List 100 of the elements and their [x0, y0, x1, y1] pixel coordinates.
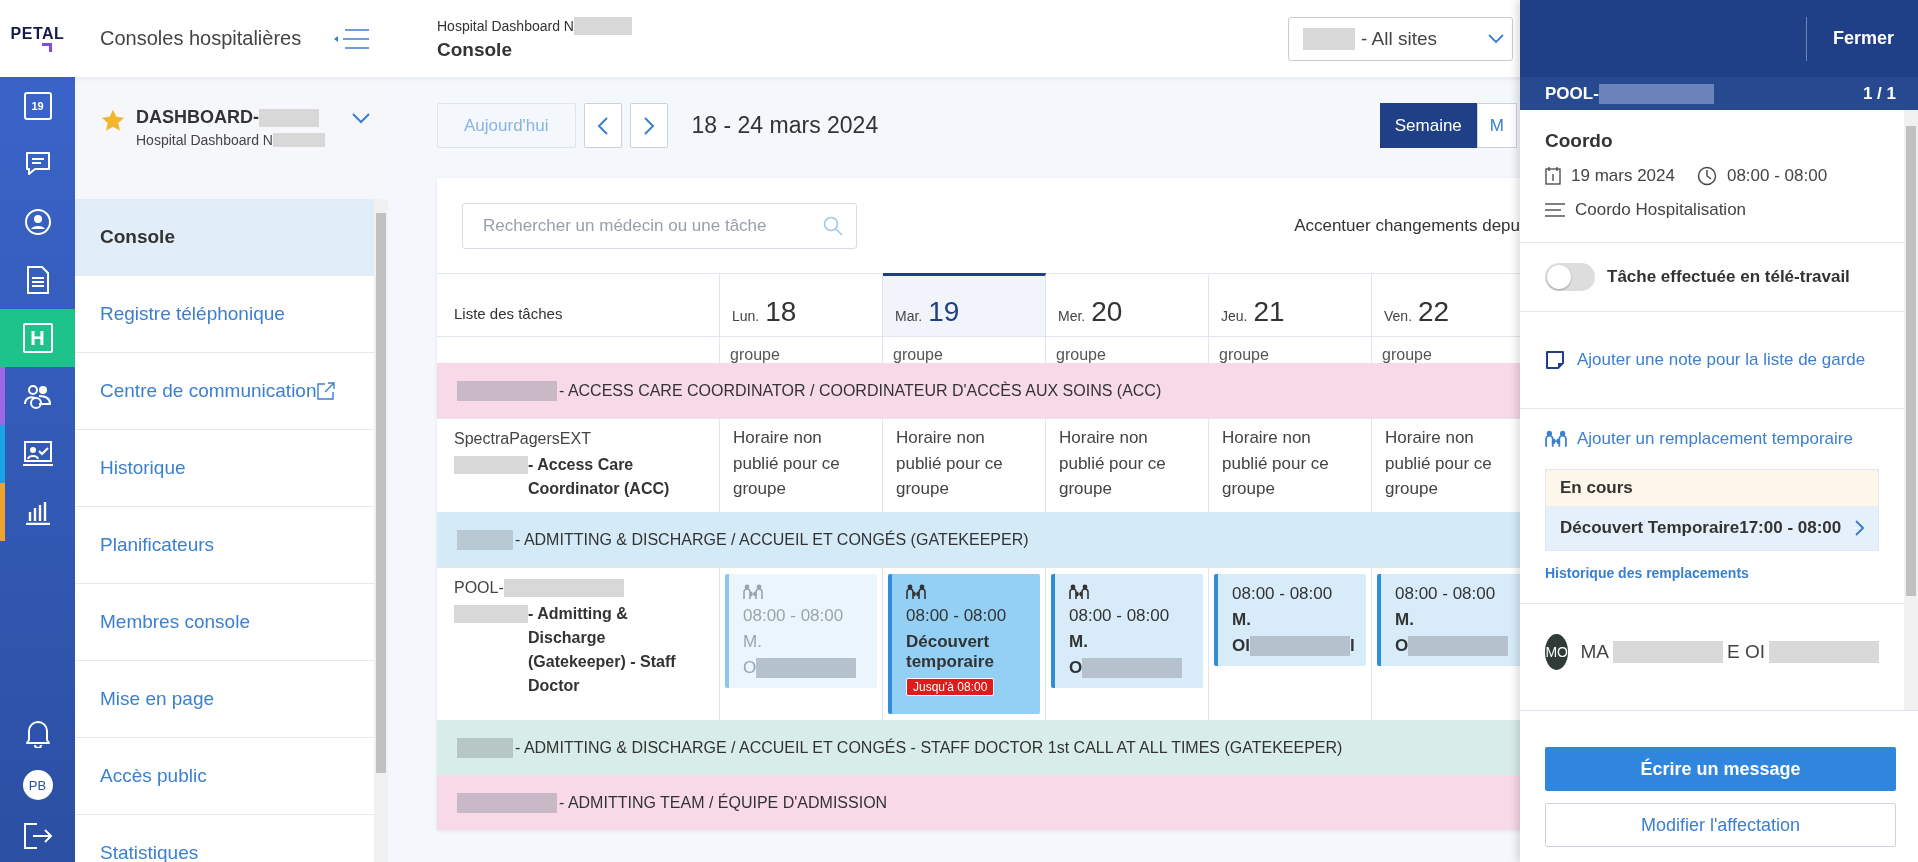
clock-icon: [1696, 166, 1717, 186]
shift-assignee: Découvert temporaire: [906, 632, 995, 672]
shift-assignee: M.: [1069, 632, 1088, 652]
task-pager: POOL-: [454, 579, 504, 597]
page-counter: 1 / 1: [1862, 83, 1896, 104]
shift-card[interactable]: 08:00 - 08:00 M. O: [725, 574, 877, 688]
pool-name: POOL-: [1545, 83, 1599, 104]
page-title: Console: [437, 38, 513, 61]
chevron-down-icon[interactable]: [352, 113, 370, 124]
table-cell: groupe: [1382, 347, 1432, 363]
logo-mark-icon: [41, 43, 52, 52]
chevron-right-icon: [1854, 520, 1864, 536]
lines-icon: [1545, 203, 1565, 217]
task-name: - Access Care Coordinator (ACC): [528, 455, 671, 499]
shift-title: Coordo: [1545, 130, 1614, 152]
replacement-icon: [1545, 430, 1567, 448]
search-icon: [823, 215, 843, 236]
remote-work-toggle[interactable]: [1545, 263, 1595, 291]
shift-date: 19 mars 2024: [1571, 166, 1675, 186]
shift-assignee: O: [1069, 658, 1083, 678]
people-icon: [22, 382, 53, 410]
document-icon: [25, 266, 50, 294]
group-title: - ADMITTING & DISCHARGE / ACCUEIL ET CONGÉS (GATEKEEPER): [515, 530, 1029, 549]
shift-time: 08:00 - 08:00: [1069, 606, 1171, 626]
chat-icon: [23, 150, 52, 178]
view-tab[interactable]: Semaine: [1379, 103, 1477, 148]
toggle-label: Tâche effectuée en télé-travail: [1607, 267, 1850, 287]
logo-text: PETAL: [10, 25, 65, 43]
task-pager: SpectraPagersEXT: [454, 430, 591, 448]
shift-assignee: O: [1395, 636, 1409, 656]
shift-assignee: M.: [1395, 610, 1414, 630]
day-header[interactable]: Mar. 19: [883, 273, 1046, 336]
until-badge: Jusqu'à 08:00: [906, 678, 995, 696]
sidebar-menu-item[interactable]: Console: [75, 199, 374, 276]
add-note-link[interactable]: Ajouter une note pour la liste de garde: [1577, 350, 1866, 370]
shift-card[interactable]: 08:00 - 08:00 M. Ol l: [1214, 574, 1366, 666]
next-week-button[interactable]: [629, 103, 668, 148]
person-name: MA: [1580, 641, 1609, 663]
scrollbar[interactable]: [1904, 110, 1918, 710]
calendar-icon: [1545, 167, 1561, 185]
shift-card[interactable]: 08:00 - 08:00 Découvert temporaire Jusqu'à 08:00: [888, 574, 1040, 714]
table-cell-text: Horaire non publié pour ce groupe: [1384, 427, 1493, 500]
chevron-right-icon: [642, 116, 655, 135]
highlight-changes-label: Accentuer changements depu: [1294, 215, 1520, 236]
note-icon: [1545, 350, 1565, 370]
collapse-menu-icon[interactable]: [334, 27, 370, 50]
scrollbar[interactable]: [374, 199, 388, 862]
shift-assignee: l: [1349, 636, 1355, 656]
shift-time: 08:00 - 08:00: [1395, 584, 1497, 604]
redaction-block: [573, 16, 632, 35]
person-name: E OI: [1727, 641, 1765, 663]
app-title: Consoles hospitalières: [100, 27, 302, 50]
table-cell: groupe: [1056, 347, 1106, 363]
chevron-down-icon: [1488, 33, 1504, 44]
site-select[interactable]: - All sites: [1288, 16, 1513, 61]
replacement-history-link[interactable]: Historique des remplacements: [1545, 565, 1879, 581]
shift-group: Coordo Hospitalisation: [1575, 200, 1747, 220]
day-header[interactable]: Mer. 20: [1046, 273, 1209, 336]
table-cell-text: Horaire non publié pour ce groupe: [1058, 427, 1167, 500]
shift-assignee: M.: [743, 632, 762, 652]
table-cell-text: Horaire non publié pour ce groupe: [895, 427, 1004, 500]
calendar-icon: 19: [23, 92, 52, 120]
notification-bell-icon[interactable]: [24, 718, 51, 748]
redaction-block: [259, 108, 319, 127]
chevron-left-icon: [596, 116, 609, 135]
shift-assignee: O: [743, 658, 757, 678]
nav-rail-item[interactable]: H: [0, 309, 75, 367]
bar-chart-icon: [24, 499, 51, 525]
add-replacement-link[interactable]: Ajouter un remplacement temporaire: [1577, 429, 1853, 449]
shift-time: 08:00 - 08:00: [1726, 166, 1828, 186]
shift-assignee: M.: [1232, 610, 1251, 630]
user-icon: [23, 208, 52, 236]
redaction-block: [457, 529, 513, 550]
column-header: Liste des tâches: [454, 305, 563, 322]
previous-week-button[interactable]: [583, 103, 622, 148]
logout-icon[interactable]: [22, 822, 53, 850]
group-title: - ADMITTING & DISCHARGE / ACCUEIL ET CONGÉS - STAFF DOCTOR 1st CALL AT ALL TIMES (GATEKEEPER): [515, 738, 1343, 757]
hospital-icon: H: [22, 323, 53, 353]
table-cell: groupe: [1219, 347, 1269, 363]
table-cell: groupe: [893, 347, 943, 363]
view-tab[interactable]: M: [1476, 103, 1517, 148]
group-title: - ADMITTING TEAM / ÉQUIPE D'ADMISSION: [559, 793, 888, 812]
presentation-check-icon: [22, 440, 53, 468]
replacement-entry[interactable]: Découvert Temporaire17:00 - 08:00: [1546, 506, 1878, 550]
close-button[interactable]: Fermer: [1806, 28, 1918, 49]
group-title: - ACCESS CARE COORDINATOR / COORDINATEUR D'ACCÈS AUX SOINS (ACC): [559, 381, 1162, 400]
day-header[interactable]: Jeu. 21: [1209, 273, 1372, 336]
shift-assignee: Ol: [1232, 636, 1250, 656]
shift-card[interactable]: 08:00 - 08:00 M. O: [1051, 574, 1203, 688]
redaction-block: [272, 133, 325, 147]
user-avatar[interactable]: PB: [22, 770, 53, 800]
panel-action-button[interactable]: Modifier l'affectation: [1545, 803, 1896, 847]
table-cell-text: Horaire non publié pour ce groupe: [1221, 427, 1330, 500]
search-field[interactable]: Rechercher un médecin ou une tâche: [462, 202, 857, 249]
nav-rail-item[interactable]: 19: [0, 77, 75, 135]
table-cell-text: Horaire non publié pour ce groupe: [732, 427, 841, 500]
task-name: - Admitting & Discharge (Gatekeeper) - Staff Doctor: [528, 604, 677, 696]
person-avatar: MO: [1545, 634, 1569, 670]
panel-action-button[interactable]: Écrire un message: [1545, 747, 1896, 791]
current-section-title: En cours: [1546, 470, 1878, 506]
